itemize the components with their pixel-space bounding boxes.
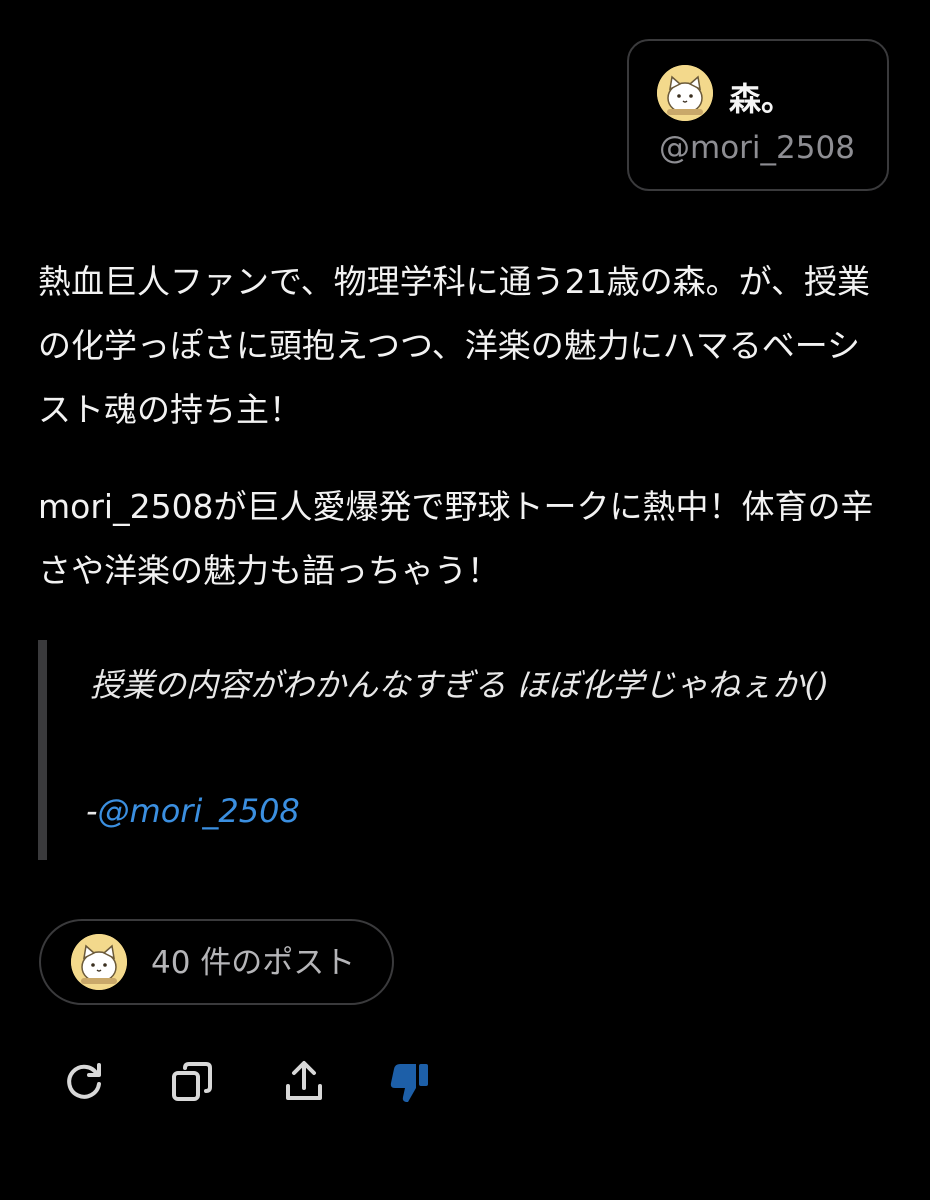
thumbs-down-icon[interactable]	[386, 1058, 434, 1106]
user-mention-link[interactable]: @mori_2508	[98, 792, 300, 830]
user-handle: @mori_2508	[659, 130, 855, 166]
blockquote: 授業の内容がわかんなすぎる ほぼ化学じゃねぇか() -@mori_2508	[38, 640, 868, 860]
copy-icon[interactable]	[168, 1058, 216, 1106]
display-name: 森。	[729, 80, 794, 118]
quote-text: 授業の内容がわかんなすぎる ほぼ化学じゃねぇか()	[90, 666, 830, 704]
profile-card[interactable]: 森。 @mori_2508	[627, 39, 889, 191]
posts-count-button[interactable]: 40 件のポスト	[39, 919, 394, 1005]
description-paragraph: mori_2508が巨人愛爆発で野球トークに熱中！体育の辛さや洋楽の魅力も語っち…	[38, 487, 874, 590]
cat-avatar-icon	[657, 65, 713, 121]
quote-attribution: -@mori_2508	[86, 786, 300, 836]
quote-bar	[38, 640, 47, 860]
share-icon[interactable]	[280, 1058, 328, 1106]
attribution-prefix: -	[86, 792, 98, 830]
cat-avatar-icon	[71, 934, 127, 990]
description-paragraph: 熱血巨人ファンで、物理学科に通う21歳の森。が、授業の化学っぽさに頭抱えつつ、洋…	[38, 262, 871, 429]
posts-count-label: 40 件のポスト	[151, 945, 356, 981]
refresh-icon[interactable]	[60, 1058, 108, 1106]
